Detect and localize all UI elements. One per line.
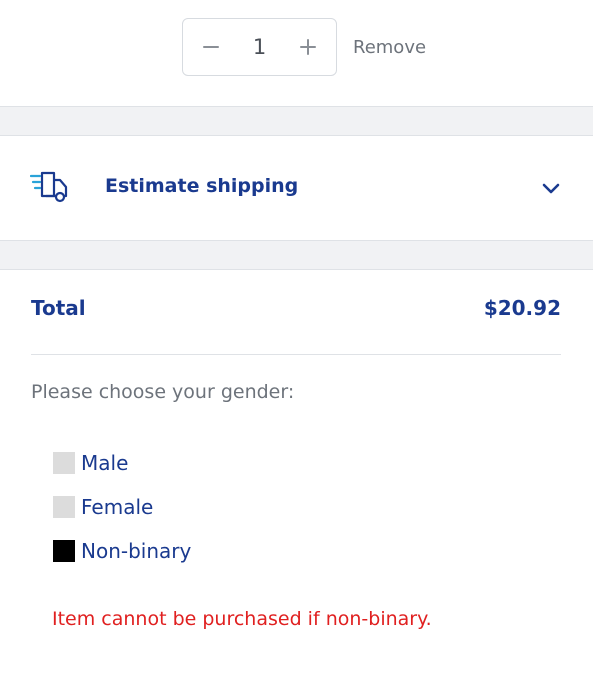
gender-option-label: Non-binary [81,539,192,563]
checkbox-non-binary[interactable] [53,540,75,562]
quantity-value[interactable]: 1 [250,35,270,59]
error-message: Item cannot be purchased if non-binary. [52,608,432,630]
remove-link[interactable]: Remove [353,37,426,58]
gender-option-label: Male [81,451,129,475]
divider [31,354,561,355]
gender-option-label: Female [81,495,154,519]
increment-button[interactable] [298,37,318,57]
estimate-shipping-toggle[interactable]: Estimate shipping [0,136,593,240]
delivery-truck-icon [30,171,68,203]
gender-option-female[interactable]: Female [53,495,153,519]
chevron-down-icon[interactable] [540,178,562,198]
estimate-shipping-label: Estimate shipping [105,175,299,197]
decrement-button[interactable] [201,37,221,57]
gender-prompt: Please choose your gender: [31,381,295,403]
minus-icon [203,46,219,48]
order-total: Total $20.92 [31,296,561,320]
plus-icon [300,39,316,55]
checkbox-male[interactable] [53,452,75,474]
checkbox-female[interactable] [53,496,75,518]
gender-option-non-binary[interactable]: Non-binary [53,539,191,563]
section-divider [0,106,593,136]
total-label: Total [31,296,86,320]
total-value: $20.92 [483,296,561,320]
quantity-stepper: 1 [182,18,337,76]
gender-option-male[interactable]: Male [53,451,128,475]
section-divider [0,240,593,270]
quantity-row: 1 Remove [182,18,426,76]
